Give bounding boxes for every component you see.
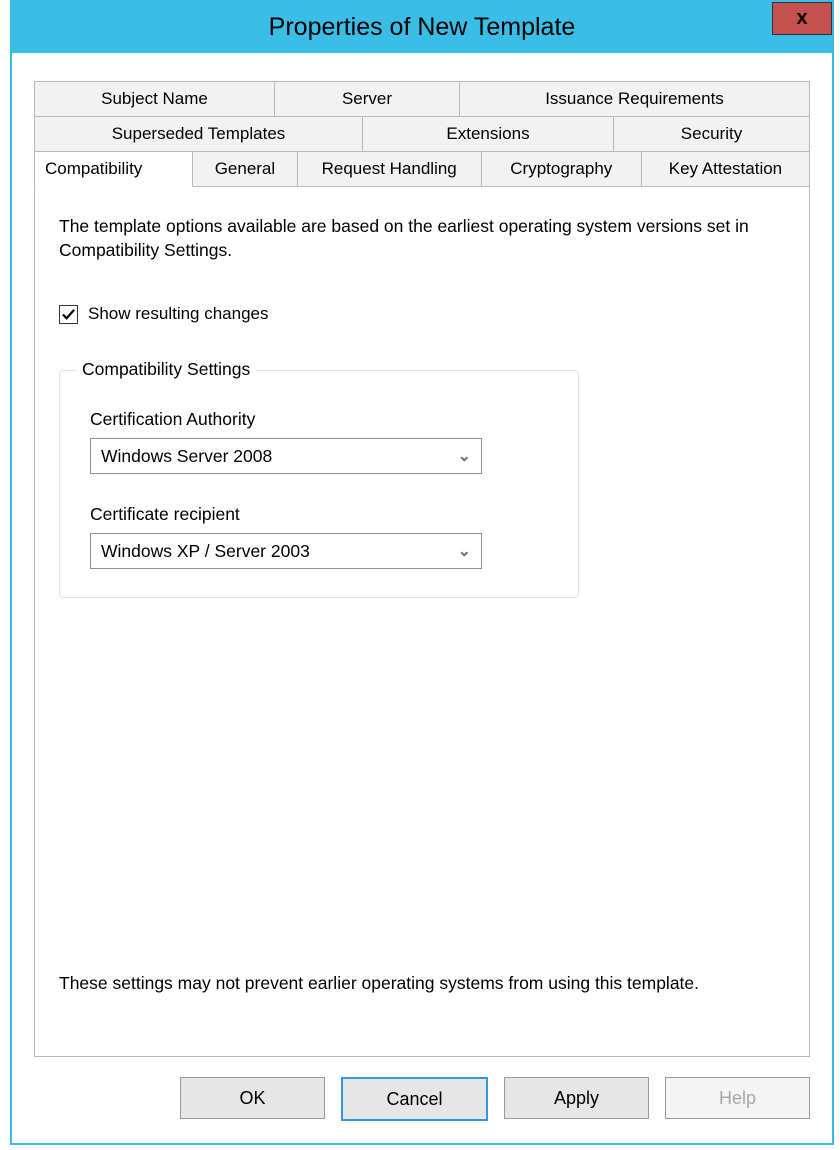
- tab-security[interactable]: Security: [614, 117, 810, 152]
- compatibility-settings-group: Compatibility Settings Certification Aut…: [59, 370, 579, 598]
- ca-combobox[interactable]: Windows Server 2008 ⌄: [90, 438, 482, 474]
- apply-button[interactable]: Apply: [504, 1077, 649, 1119]
- help-button: Help: [665, 1077, 810, 1119]
- button-row: OK Cancel Apply Help: [12, 1057, 832, 1143]
- tab-cryptography[interactable]: Cryptography: [482, 152, 642, 187]
- dialog-title: Properties of New Template: [269, 13, 576, 42]
- client-area: Subject Name Server Issuance Requirement…: [12, 53, 832, 1057]
- tab-server[interactable]: Server: [275, 81, 460, 117]
- cancel-button[interactable]: Cancel: [341, 1077, 488, 1121]
- tab-superseded-templates[interactable]: Superseded Templates: [34, 117, 363, 152]
- show-resulting-changes-checkbox[interactable]: [59, 305, 78, 324]
- ok-button[interactable]: OK: [180, 1077, 325, 1119]
- ca-label: Certification Authority: [90, 409, 548, 430]
- recipient-value: Windows XP / Server 2003: [101, 541, 310, 562]
- chevron-down-icon: ⌄: [458, 541, 471, 561]
- tab-row-3: Compatibility General Request Handling C…: [34, 152, 810, 187]
- tab-page-compatibility: The template options available are based…: [34, 187, 810, 1057]
- close-icon: x: [796, 7, 807, 30]
- recipient-label: Certificate recipient: [90, 504, 548, 525]
- show-resulting-changes-row: Show resulting changes: [59, 304, 785, 324]
- show-resulting-changes-label: Show resulting changes: [88, 304, 269, 324]
- tab-compatibility[interactable]: Compatibility: [34, 152, 193, 187]
- groupbox-label: Compatibility Settings: [76, 359, 256, 380]
- intro-text: The template options available are based…: [59, 215, 785, 262]
- disclaimer-text: These settings may not prevent earlier o…: [59, 972, 785, 1046]
- tab-extensions[interactable]: Extensions: [363, 117, 614, 152]
- ca-value: Windows Server 2008: [101, 446, 272, 467]
- titlebar: Properties of New Template x: [12, 2, 832, 53]
- tab-row-1: Subject Name Server Issuance Requirement…: [34, 81, 810, 117]
- tab-subject-name[interactable]: Subject Name: [34, 81, 275, 117]
- recipient-combobox[interactable]: Windows XP / Server 2003 ⌄: [90, 533, 482, 569]
- checkmark-icon: [61, 307, 76, 322]
- tab-strip: Subject Name Server Issuance Requirement…: [34, 81, 810, 187]
- chevron-down-icon: ⌄: [458, 446, 471, 466]
- tab-row-2: Superseded Templates Extensions Security: [34, 117, 810, 152]
- tab-key-attestation[interactable]: Key Attestation: [642, 152, 810, 187]
- close-button[interactable]: x: [772, 2, 832, 35]
- dialog-window: Properties of New Template x Subject Nam…: [10, 0, 834, 1145]
- tab-request-handling[interactable]: Request Handling: [298, 152, 482, 187]
- tab-general[interactable]: General: [193, 152, 297, 187]
- tab-issuance-requirements[interactable]: Issuance Requirements: [460, 81, 810, 117]
